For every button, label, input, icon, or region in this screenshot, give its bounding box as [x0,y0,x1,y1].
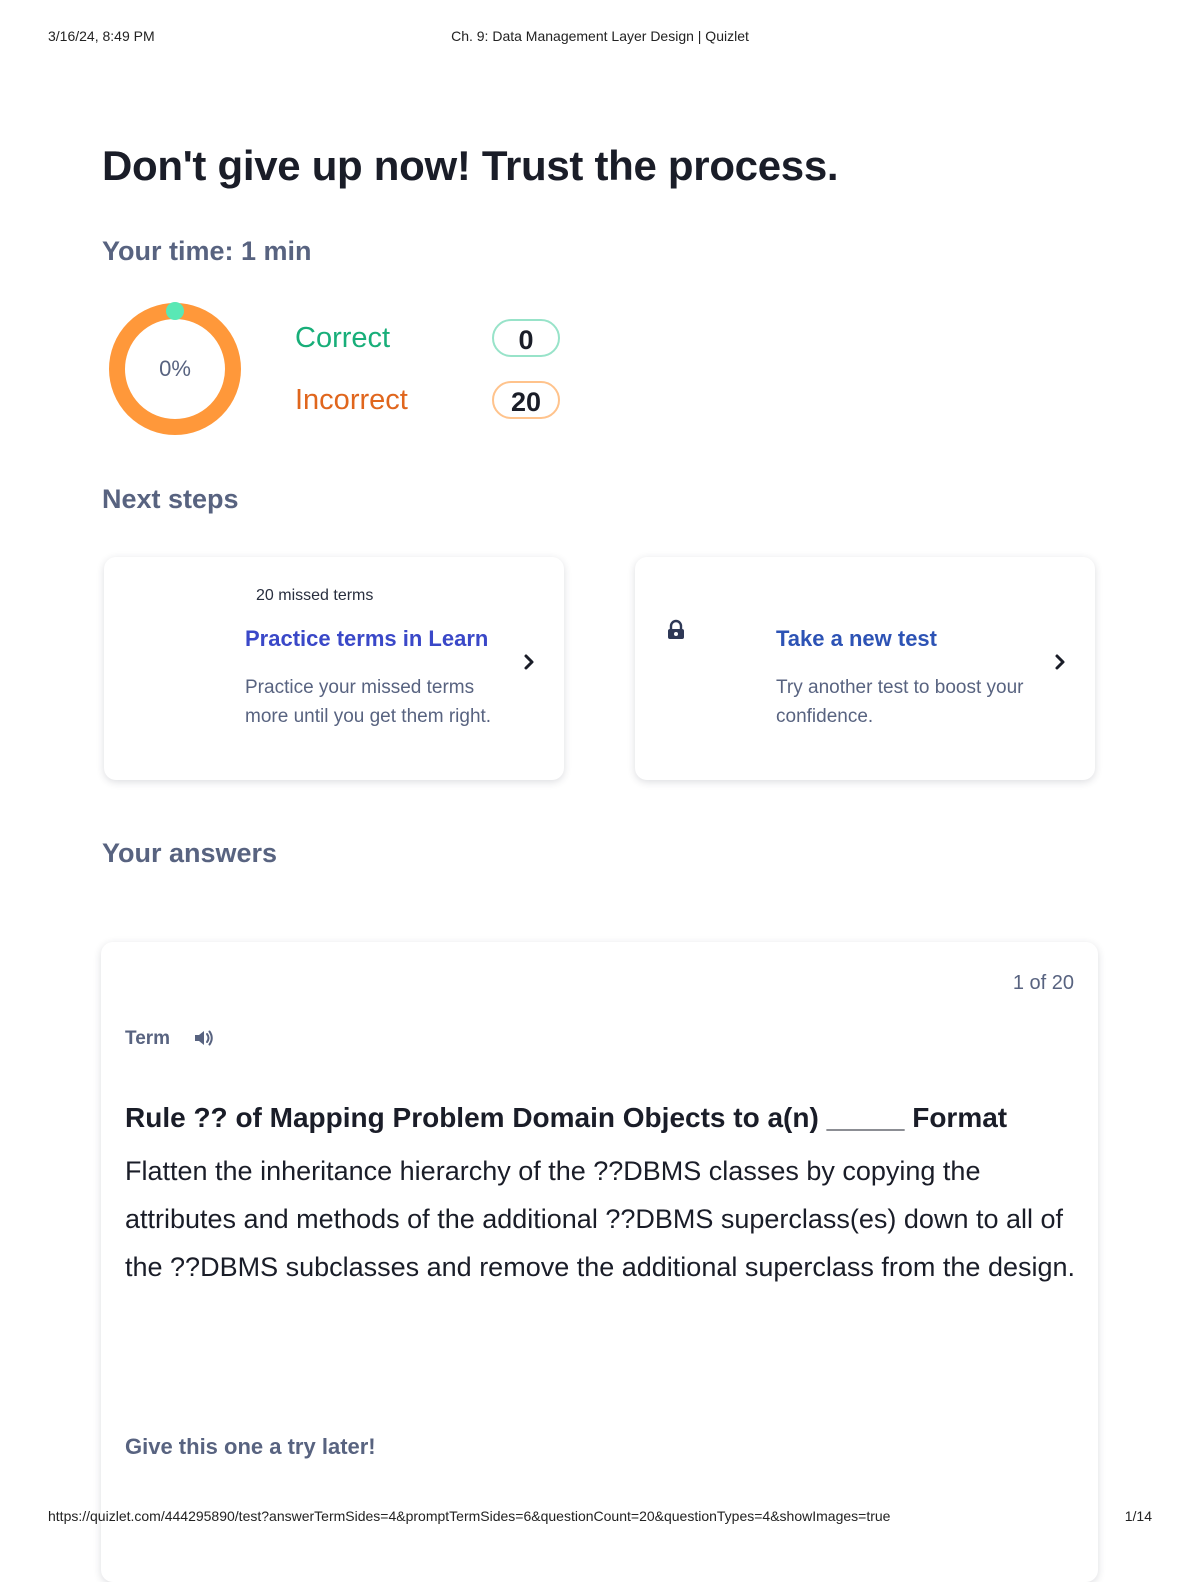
take-new-test-title: Take a new test [776,626,937,651]
print-header: 3/16/24, 8:49 PM Ch. 9: Data Management … [48,28,1152,48]
results-headline: Don't give up now! Trust the process. [102,142,839,189]
lock-icon [668,619,684,639]
missed-terms-count: 20 missed terms [256,587,374,604]
question-counter: 1 of 20 [1012,972,1074,994]
time-taken: Your time: 1 min [102,236,312,266]
incorrect-label: Incorrect [295,384,408,416]
practice-in-learn-card[interactable]: 20 missed terms Practice terms in Learn … [104,557,564,780]
term-definition: Flatten the inheritance hierarchy of the… [125,1156,1076,1282]
next-steps-title: Next steps [102,484,239,514]
print-footer: https://quizlet.com/444295890/test?answe… [48,1508,1152,1528]
answer-card: 1 of 20 Term Rule ?? of Mapping Problem … [101,942,1098,1582]
incorrect-count-badge: 20 [492,381,560,419]
take-new-test-description: Try another test to boost your confidenc… [776,677,1024,727]
score-percent: 0% [159,356,191,381]
page-number: 1/14 [1124,1508,1152,1524]
term-header: Term [125,1028,213,1052]
your-answers-title: Your answers [102,838,278,868]
speaker-icon[interactable] [192,1027,214,1049]
print-url: https://quizlet.com/444295890/test?answe… [48,1508,891,1524]
correct-label: Correct [295,322,391,354]
practice-in-learn-title: Practice terms in Learn [245,626,489,651]
take-new-test-card[interactable]: Take a new test Try another test to boos… [635,557,1095,780]
score-donut-chart: 0% [105,299,245,439]
term-title: Rule ?? of Mapping Problem Domain Object… [125,1102,1008,1133]
retry-later-text: Give this one a try later! [125,1434,376,1459]
chevron-right-icon[interactable] [522,653,536,671]
practice-in-learn-description: Practice your missed terms more until yo… [245,677,492,727]
correct-count-badge: 0 [492,319,560,357]
chevron-right-icon[interactable] [1053,653,1067,671]
term-label: Term [125,1028,171,1049]
print-document-title: Ch. 9: Data Management Layer Design | Qu… [451,28,749,44]
